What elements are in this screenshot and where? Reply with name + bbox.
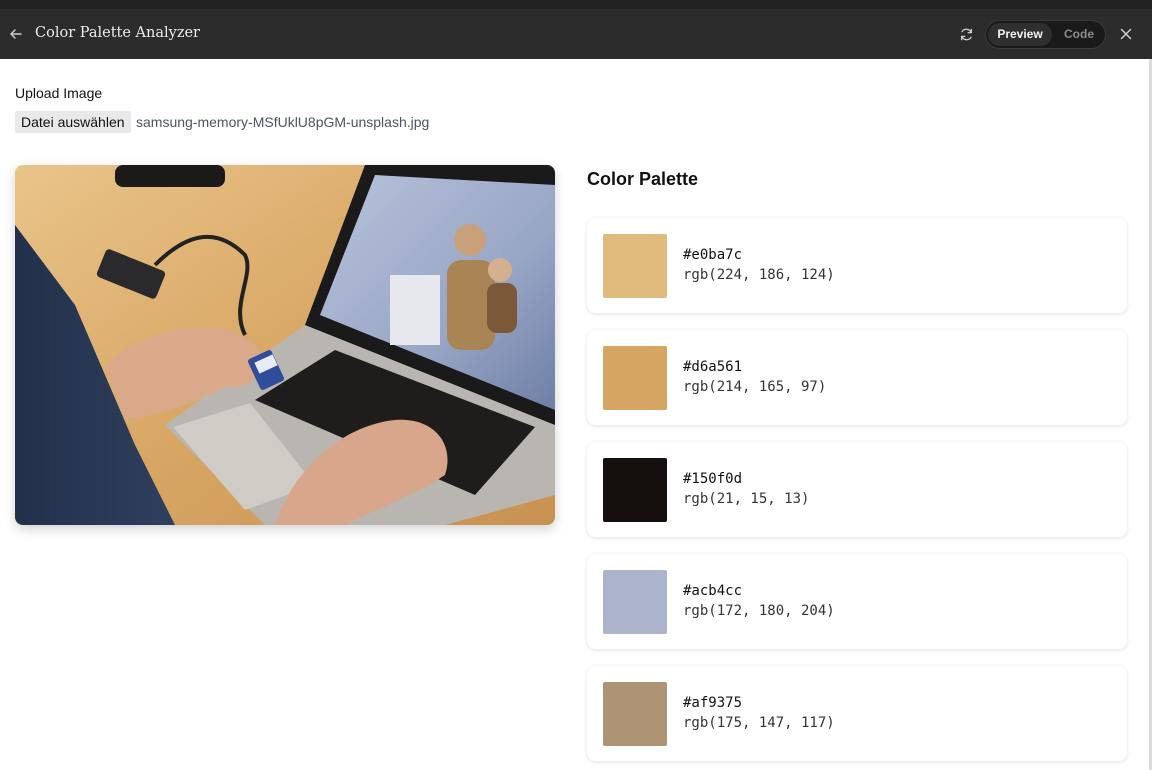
back-arrow-icon bbox=[10, 29, 22, 39]
color-card: #150f0d rgb(21, 15, 13) bbox=[587, 442, 1127, 537]
title-bar: Color Palette Analyzer Preview Code bbox=[0, 0, 1152, 59]
selected-file-name: samsung-memory-MSfUklU8pGM-unsplash.jpg bbox=[136, 114, 430, 130]
close-button[interactable] bbox=[1116, 24, 1136, 44]
color-rgb: rgb(21, 15, 13) bbox=[683, 491, 810, 507]
back-button[interactable] bbox=[6, 24, 26, 44]
color-card: #acb4cc rgb(172, 180, 204) bbox=[587, 554, 1127, 649]
color-hex: #af9375 bbox=[683, 695, 743, 711]
color-swatch bbox=[603, 458, 667, 522]
color-rgb: rgb(175, 147, 117) bbox=[683, 715, 835, 731]
color-rgb: rgb(214, 165, 97) bbox=[683, 379, 827, 395]
color-swatch bbox=[603, 234, 667, 298]
color-card: #d6a561 rgb(214, 165, 97) bbox=[587, 330, 1127, 425]
choose-file-button[interactable]: Datei auswählen bbox=[15, 111, 131, 133]
color-rgb: rgb(224, 186, 124) bbox=[683, 267, 835, 283]
refresh-icon bbox=[960, 28, 972, 40]
color-hex: #150f0d bbox=[683, 471, 743, 487]
color-card: #af9375 rgb(175, 147, 117) bbox=[587, 666, 1127, 761]
color-rgb: rgb(172, 180, 204) bbox=[683, 603, 835, 619]
color-hex: #e0ba7c bbox=[683, 247, 743, 263]
refresh-button[interactable] bbox=[956, 24, 976, 44]
view-toggle: Preview Code bbox=[985, 20, 1106, 49]
color-card: #e0ba7c rgb(224, 186, 124) bbox=[587, 218, 1127, 313]
preview-tab[interactable]: Preview bbox=[988, 23, 1052, 46]
color-hex: #acb4cc bbox=[683, 583, 743, 599]
code-tab[interactable]: Code bbox=[1054, 23, 1104, 46]
palette-title: Color Palette bbox=[587, 169, 699, 189]
close-icon bbox=[1120, 28, 1132, 40]
color-swatch bbox=[603, 682, 667, 746]
laptop-photo-illustration bbox=[15, 165, 555, 525]
window-title: Color Palette Analyzer bbox=[35, 25, 200, 41]
upload-label: Upload Image bbox=[15, 85, 103, 101]
color-hex: #d6a561 bbox=[683, 359, 743, 375]
color-swatch bbox=[603, 570, 667, 634]
color-swatch bbox=[603, 346, 667, 410]
uploaded-image-preview bbox=[15, 165, 555, 525]
